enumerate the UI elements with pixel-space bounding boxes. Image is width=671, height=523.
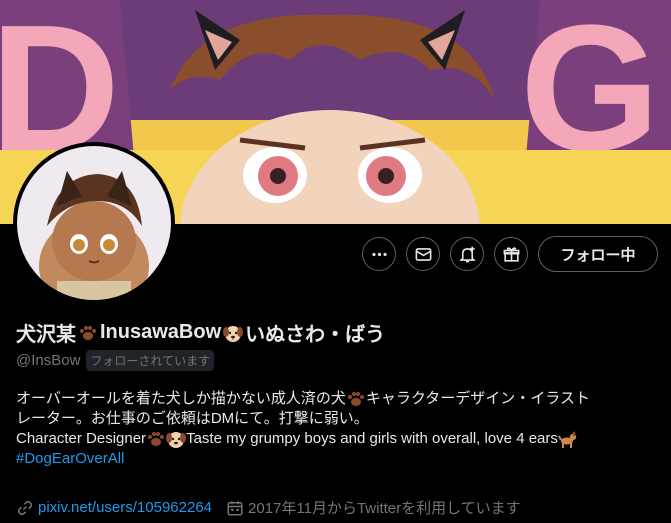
following-button[interactable]: フォロー中	[538, 236, 658, 272]
bio-line: #DogEarOverAll	[16, 449, 656, 469]
more-icon	[371, 252, 387, 256]
dog-face-icon	[166, 432, 187, 448]
avatar-image	[17, 146, 171, 300]
bell-plus-icon	[458, 246, 476, 262]
dog-face-icon	[223, 325, 244, 342]
handle-row: @InsBow フォローされています	[16, 350, 215, 371]
paw-print-icon	[347, 392, 364, 406]
name-part-2: InusawaBow	[100, 321, 222, 343]
avatar[interactable]	[13, 142, 175, 304]
bio-line: オーバーオールを着た犬しか描かない成人済の犬 キャラクターデザイン・イラスト	[16, 389, 656, 409]
calendar-icon	[227, 500, 243, 515]
notify-button[interactable]	[450, 237, 484, 271]
display-name: 犬沢某 InusawaBow いぬさわ・ばう	[16, 318, 385, 347]
envelope-icon	[415, 247, 431, 261]
profile-actions: フォロー中	[362, 236, 658, 272]
hashtag-link[interactable]: #DogEarOverAll	[16, 449, 124, 469]
message-button[interactable]	[406, 237, 440, 271]
paw-print-icon	[80, 325, 96, 340]
paw-print-icon	[148, 432, 165, 446]
link-icon	[17, 500, 33, 515]
website-link[interactable]: pixiv.net/users/105962264	[38, 499, 212, 516]
name-part-3: いぬさわ・ばう	[245, 324, 386, 346]
join-date-text: 2017年11月からTwitterを利用しています	[248, 500, 521, 517]
bio-text: Character Designer	[16, 430, 147, 447]
bio-text: レーター。お仕事のご依頼はDMにて。打撃に弱い。	[16, 410, 369, 427]
follows-you-badge: フォローされています	[86, 350, 215, 371]
join-date: 2017年11月からTwitterを利用しています	[226, 497, 521, 518]
bio-text: オーバーオールを着た犬しか描かない成人済の犬	[16, 390, 346, 407]
bio-text: Taste my grumpy boys and girls with over…	[186, 430, 558, 447]
bio: オーバーオールを着た犬しか描かない成人済の犬 キャラクターデザイン・イラスト レ…	[16, 389, 656, 469]
gift-icon	[503, 246, 519, 262]
subscribe-button[interactable]	[494, 237, 528, 271]
handle: @InsBow	[16, 352, 81, 369]
bio-line: Character Designer Taste my grumpy boys …	[16, 429, 656, 449]
more-button[interactable]	[362, 237, 396, 271]
name-part-1: 犬沢某	[16, 324, 76, 346]
profile-meta: pixiv.net/users/105962264 2017年11月からTwit…	[16, 497, 521, 518]
dog-icon	[557, 431, 577, 448]
website: pixiv.net/users/105962264	[16, 499, 212, 517]
bio-text: キャラクターデザイン・イラスト	[365, 390, 590, 407]
bio-line: レーター。お仕事のご依頼はDMにて。打撃に弱い。	[16, 409, 656, 429]
